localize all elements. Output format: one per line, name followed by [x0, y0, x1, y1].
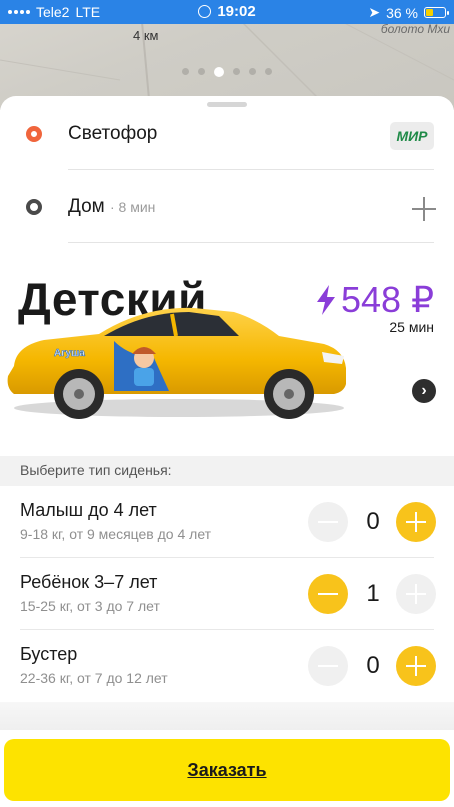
route-to-label: Дом [68, 196, 105, 217]
page-dot [233, 68, 240, 75]
location-lock-icon [198, 5, 212, 18]
order-sheet: Светофор МИР Дом · 8 мин Детский 548 ₽ 2… [0, 96, 454, 807]
clock: 19:02 [217, 3, 256, 20]
seat-count: 0 [366, 508, 380, 535]
page-dot-active [214, 66, 224, 77]
car-brand-sticker: Агуша [54, 348, 85, 359]
seat-option-name: Малыш до 4 лет [20, 500, 157, 520]
increase-button[interactable] [396, 646, 436, 686]
battery-percent: 36 % [386, 4, 418, 21]
order-button-label: Заказать [187, 760, 267, 780]
increase-button[interactable] [396, 574, 436, 614]
order-button[interactable]: Заказать [4, 739, 450, 801]
route-to-text: Дом · 8 мин [68, 196, 155, 218]
map-distance-label: 4 км [133, 28, 159, 43]
map-place-label: болото Мхи [380, 22, 450, 36]
payment-mir-button[interactable]: МИР [390, 122, 434, 150]
seat-option-row: Малыш до 4 лет 9-18 кг, от 9 месяцев до … [0, 486, 454, 558]
route-from-row[interactable]: Светофор МИР [0, 102, 454, 166]
next-tariff-chevron-icon[interactable]: › [412, 379, 436, 403]
decrease-button[interactable] [308, 574, 348, 614]
page-dot [249, 68, 256, 75]
page-dot [265, 68, 272, 75]
seat-option-name: Ребёнок 3–7 лет [20, 572, 158, 592]
decrease-button[interactable] [308, 646, 348, 686]
seat-option-name: Бустер [20, 644, 78, 664]
seat-type-header-label: Выберите тип сиденья: [20, 462, 172, 478]
navigation-arrow-icon: ➤ [368, 4, 381, 20]
route-divider [68, 242, 434, 243]
battery-fill [426, 9, 434, 16]
increase-button[interactable] [396, 502, 436, 542]
seat-option-row: Ребёнок 3–7 лет 15-25 кг, от 3 до 7 лет … [0, 558, 454, 630]
add-stop-plus-icon[interactable] [412, 197, 436, 221]
seat-option-desc: 22-36 кг, от 7 до 12 лет [20, 670, 168, 686]
status-bar: Tele2 LTE 19:02 ➤ 36 % [0, 0, 454, 24]
route-from-label: Светофор [68, 123, 158, 144]
destination-marker-icon [26, 199, 42, 215]
seat-option-desc: 15-25 кг, от 3 до 7 лет [20, 598, 160, 614]
page-dot [198, 68, 205, 75]
tariff-page-indicator [0, 66, 454, 77]
route-to-eta: · 8 мин [110, 199, 156, 215]
tariff-price-value: 548 ₽ [341, 279, 434, 320]
tariff-duration: 25 мин [389, 319, 434, 335]
seat-option-desc: 9-18 кг, от 9 месяцев до 4 лет [20, 526, 212, 542]
taxi-car-image[interactable]: Агуша [4, 296, 354, 421]
seat-count: 1 [366, 580, 380, 607]
seat-count: 0 [366, 652, 380, 679]
route-to-row[interactable]: Дом · 8 мин [0, 175, 454, 239]
route-divider [68, 169, 434, 170]
scroll-fade [0, 702, 454, 730]
battery-icon [424, 7, 449, 18]
seat-option-row: Бустер 22-36 кг, от 7 до 12 лет 0 [0, 630, 454, 702]
page-dot [182, 68, 189, 75]
decrease-button[interactable] [308, 502, 348, 542]
origin-marker-icon [26, 126, 42, 142]
seat-type-header: Выберите тип сиденья: [0, 456, 454, 486]
